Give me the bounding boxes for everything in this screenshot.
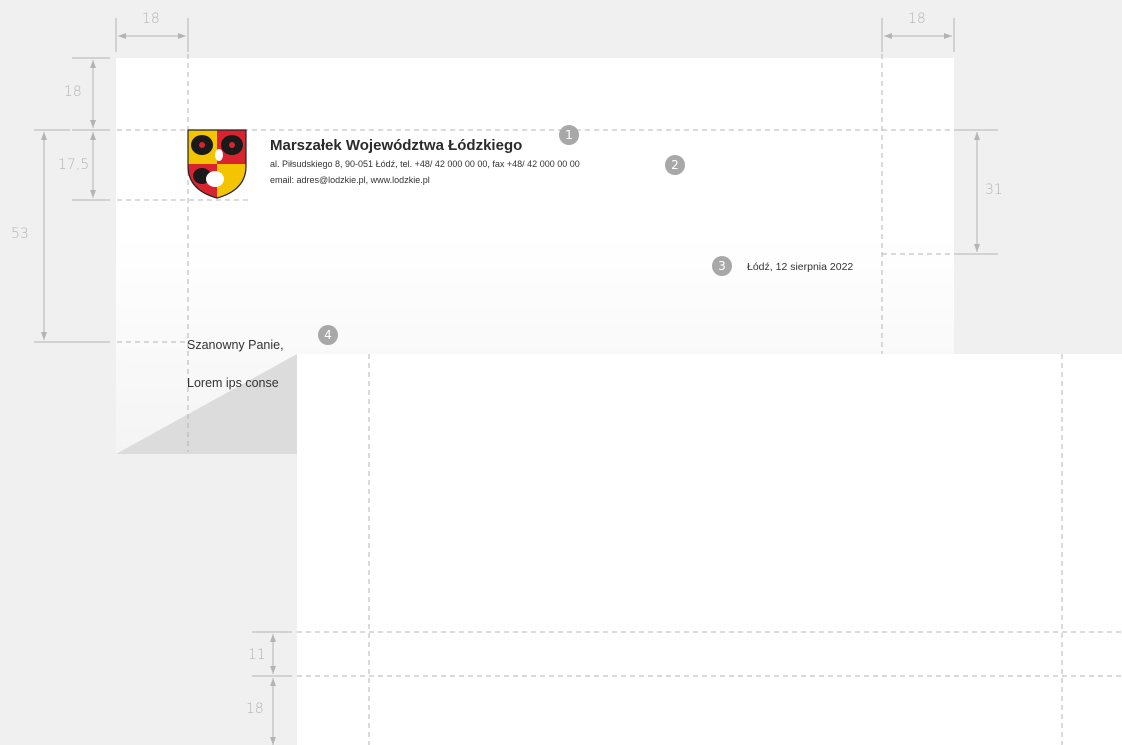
dimension-date-offset: 31: [985, 182, 1003, 198]
organization-address: al. Piłsudskiego 8, 90-051 Łódź, tel. +4…: [270, 159, 580, 169]
callout-badge-1: 1: [559, 125, 579, 145]
coat-of-arms-icon: [187, 129, 247, 199]
letter-date: Łódź, 12 sierpnia 2022: [747, 261, 854, 273]
organization-name: Marszałek Województwa Łódzkiego: [270, 137, 523, 154]
dimension-bottom-margin: 18: [246, 701, 264, 717]
letter-body-text: Lorem ips conse: [187, 376, 279, 390]
dimension-left-margin: 18: [142, 11, 160, 27]
dimension-top-margin: 18: [64, 84, 82, 100]
letter-salutation: Szanowny Panie,: [187, 338, 284, 352]
callout-badge-2: 2: [665, 155, 685, 175]
callout-badge-4: 4: [318, 325, 338, 345]
organization-contact: email: adres@lodzkie.pl, www.lodzkie.pl: [270, 175, 430, 185]
layout-guides: [34, 18, 1122, 745]
callout-badge-3: 3: [712, 256, 732, 276]
dimension-footer-gap: 11: [248, 647, 266, 663]
dimension-header-height: 17,5: [58, 157, 90, 173]
dimension-right-margin: 18: [908, 11, 926, 27]
dimension-salutation-offset: 53: [11, 226, 29, 242]
